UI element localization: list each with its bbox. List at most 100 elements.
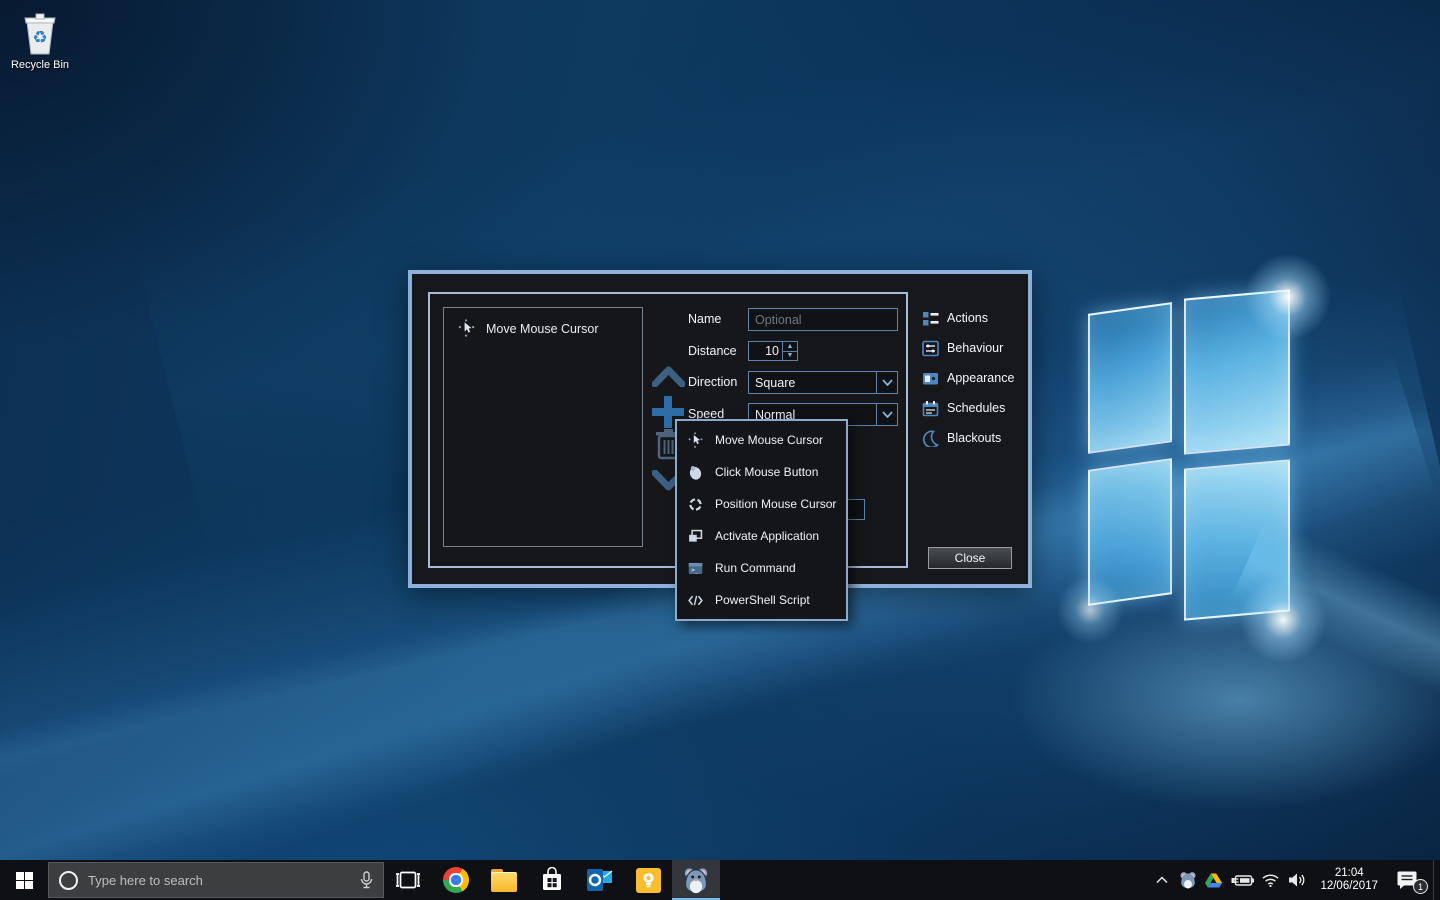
tray-volume-button[interactable] [1287,872,1306,888]
move-mouse-app-button[interactable] [672,860,720,900]
chevron-down-icon[interactable] [876,404,897,425]
menu-item-label: Activate Application [715,529,819,543]
google-drive-icon [1205,873,1222,888]
direction-label: Direction [688,375,737,389]
recycle-bin-shortcut[interactable]: ♻ Recycle Bin [4,10,76,71]
tray-wifi-button[interactable] [1261,874,1280,887]
taskbar-search[interactable] [48,862,384,898]
menu-item-powershell-script[interactable]: PowerShell Script [677,584,846,616]
clock-time: 21:04 [1320,867,1378,880]
speaker-icon [1288,872,1306,888]
taskbar-apps [384,860,720,900]
menu-item-click-mouse-button[interactable]: Click Mouse Button [677,456,846,488]
stepper-up-icon[interactable]: ▲ [783,342,797,352]
windows-start-icon [16,872,33,889]
task-view-button[interactable] [384,860,432,900]
name-label: Name [688,312,721,326]
system-tray: 21:04 12/06/2017 1 [1152,860,1440,900]
powershell-script-icon [687,592,704,609]
start-button[interactable] [0,860,48,900]
outlook-icon [587,868,613,892]
menu-item-run-command[interactable]: >_ Run Command [677,552,846,584]
clock-date: 12/06/2017 [1320,880,1378,893]
action-center-button[interactable]: 1 [1392,870,1422,890]
chrome-button[interactable] [432,860,480,900]
microsoft-store-button[interactable] [528,860,576,900]
actions-icon [922,310,939,327]
list-item[interactable]: Move Mouse Cursor [444,308,642,347]
recycle-bin-icon: ♻ [19,10,61,56]
activate-application-icon [687,528,704,545]
app-nav: Actions Behaviour Appearance [922,303,1030,453]
taskbar-clock[interactable]: 21:04 12/06/2017 [1313,867,1385,893]
chevron-down-icon[interactable] [876,372,897,393]
taskbar: 21:04 12/06/2017 1 [0,860,1440,900]
add-action-menu: Move Mouse Cursor Click Mouse Button Pos… [675,419,848,621]
nav-item-schedules[interactable]: Schedules [922,393,1030,423]
menu-item-label: Position Mouse Cursor [715,497,836,511]
chevron-up-icon [1156,876,1168,884]
google-keep-icon [636,868,661,893]
close-button[interactable]: Close [928,547,1012,569]
show-desktop-divider[interactable] [1433,860,1434,900]
move-mouse-tray-icon [1179,871,1197,889]
nav-label: Blackouts [947,431,1001,445]
task-view-icon [396,871,420,889]
move-mouse-cursor-icon [457,319,476,338]
svg-text:>_: >_ [691,566,699,573]
file-explorer-button[interactable] [480,860,528,900]
nav-label: Schedules [947,401,1005,415]
nav-item-appearance[interactable]: Appearance [922,363,1030,393]
nav-item-blackouts[interactable]: Blackouts [922,423,1030,453]
move-mouse-cursor-icon [687,432,704,449]
move-mouse-app-icon [682,866,710,894]
appearance-icon [922,370,939,387]
position-mouse-cursor-icon [687,496,704,513]
tray-expand-button[interactable] [1152,876,1171,884]
menu-item-activate-application[interactable]: Activate Application [677,520,846,552]
nav-item-behaviour[interactable]: Behaviour [922,333,1030,363]
file-explorer-icon [491,872,517,892]
svg-text:♻: ♻ [32,28,47,47]
blackouts-icon [922,430,939,447]
nav-item-actions[interactable]: Actions [922,303,1030,333]
recycle-bin-label: Recycle Bin [4,59,76,71]
menu-item-label: PowerShell Script [715,593,810,607]
option-checkbox[interactable] [845,499,865,520]
outlook-button[interactable] [576,860,624,900]
behaviour-icon [922,340,939,357]
lens-flare [1055,575,1125,645]
nav-label: Behaviour [947,341,1003,355]
battery-charging-icon [1231,873,1254,888]
menu-item-move-mouse-cursor[interactable]: Move Mouse Cursor [677,424,846,456]
direction-value: Square [749,376,876,390]
run-command-icon: >_ [687,560,704,577]
microphone-icon[interactable] [360,871,373,889]
cortana-icon[interactable] [59,871,78,890]
search-input[interactable] [88,873,350,888]
wifi-icon [1262,874,1279,887]
chrome-icon [443,867,469,893]
stepper-down-icon[interactable]: ▼ [783,352,797,361]
direction-select[interactable]: Square [748,371,898,394]
distance-value: 10 [749,342,782,360]
lens-flare [1243,252,1333,342]
google-keep-button[interactable] [624,860,672,900]
name-input[interactable] [748,308,898,331]
distance-stepper[interactable]: 10 ▲ ▼ [748,341,798,361]
actions-listbox[interactable]: Move Mouse Cursor [443,307,643,547]
tray-google-drive-button[interactable] [1204,873,1223,888]
schedules-icon [922,400,939,417]
menu-item-label: Click Mouse Button [715,465,818,479]
tray-battery-button[interactable] [1230,873,1254,888]
move-up-button[interactable] [652,366,685,387]
menu-item-label: Move Mouse Cursor [715,433,823,447]
list-item-label: Move Mouse Cursor [486,322,599,336]
click-mouse-button-icon [687,464,704,481]
lens-flare [1238,575,1328,665]
menu-item-label: Run Command [715,561,796,575]
nav-label: Actions [947,311,988,325]
menu-item-position-mouse-cursor[interactable]: Position Mouse Cursor [677,488,846,520]
tray-move-mouse-button[interactable] [1178,871,1197,889]
stepper-buttons[interactable]: ▲ ▼ [782,342,797,360]
